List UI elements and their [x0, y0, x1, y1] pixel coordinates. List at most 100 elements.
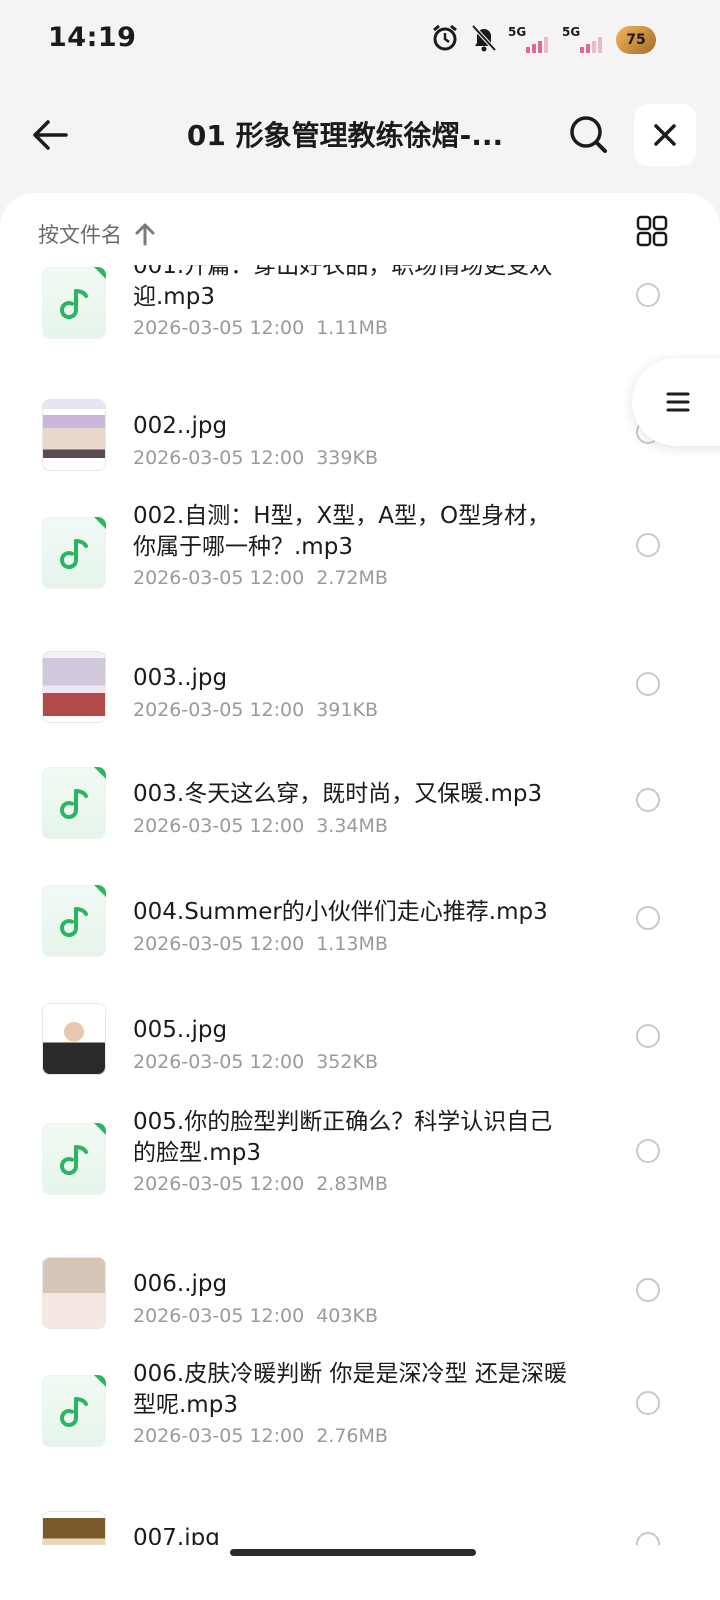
select-checkbox[interactable] [636, 1532, 660, 1545]
image-thumbnail [42, 1511, 106, 1545]
select-checkbox[interactable] [636, 1278, 660, 1302]
file-name: 002..jpg [133, 413, 228, 439]
file-meta: 2026-03-05 12:00 352KB [133, 1051, 378, 1073]
image-thumbnail [42, 399, 106, 471]
file-date: 2026-03-05 12:00 [133, 567, 305, 589]
file-date: 2026-03-05 12:00 [133, 1305, 305, 1327]
file-date: 2026-03-05 12:00 [133, 317, 305, 339]
file-row[interactable]: 006..jpg 2026-03-05 12:00 403KB [0, 1253, 720, 1371]
file-name: 001.开篇：穿出好衣品，职场情场更受欢迎.mp3 [133, 265, 553, 310]
file-name: 004.Summer的小伙伴们走心推荐.mp3 [133, 899, 548, 925]
audio-file-icon [42, 885, 106, 957]
search-icon [570, 116, 607, 153]
signal-sim2: 5G [562, 23, 606, 57]
network-type-label: 5G [508, 25, 527, 39]
file-date: 2026-03-05 12:00 [133, 447, 305, 469]
file-date: 2026-03-05 12:00 [133, 1173, 305, 1195]
file-meta: 2026-03-05 12:00 339KB [133, 447, 378, 469]
bell-off-icon [470, 23, 498, 57]
select-checkbox[interactable] [636, 672, 660, 696]
file-date: 2026-03-05 12:00 [133, 1425, 305, 1447]
file-date: 2026-03-05 12:00 [133, 815, 305, 837]
signal-bars-icon [526, 37, 548, 53]
grid-view-icon [636, 215, 668, 247]
page-title: 01 形象管理教练徐熠-... [186, 119, 504, 152]
file-size: 2.72MB [316, 567, 388, 589]
image-thumbnail [42, 1003, 106, 1075]
file-meta: 2026-03-05 12:00 391KB [133, 699, 378, 721]
select-checkbox[interactable] [636, 1139, 660, 1163]
status-bar: 14:19 5G 5G 75 [0, 0, 720, 80]
file-row[interactable]: 003.冬天这么穿，既时尚，又保暖.mp3 2026-03-05 12:00 3.3… [0, 763, 720, 881]
file-date: 2026-03-05 12:00 [133, 933, 305, 955]
alarm-icon [430, 23, 460, 57]
title-bar: 01 形象管理教练徐熠-... [0, 100, 720, 170]
file-name: 007.jpg [133, 1525, 220, 1545]
arrow-up-icon [135, 223, 155, 246]
status-time: 14:19 [48, 22, 137, 53]
image-thumbnail [42, 1257, 106, 1329]
search-button[interactable] [568, 114, 608, 154]
select-checkbox[interactable] [636, 533, 660, 557]
file-size: 1.11MB [316, 317, 388, 339]
file-size: 339KB [316, 447, 378, 469]
select-checkbox[interactable] [636, 906, 660, 930]
file-row[interactable]: 004.Summer的小伙伴们走心推荐.mp3 2026-03-05 12:00 1… [0, 881, 720, 999]
file-list-panel: 按文件名 001.开篇：穿出好衣品，职场情场更受欢迎.mp3 2026-03-05… [0, 193, 720, 1600]
signal-bars-icon [580, 37, 602, 53]
file-meta: 2026-03-05 12:00 403KB [133, 1305, 378, 1327]
battery-indicator: 75 [616, 26, 656, 54]
file-row[interactable]: 007.jpg [0, 1507, 720, 1545]
file-size: 1.13MB [316, 933, 388, 955]
file-size: 2.76MB [316, 1425, 388, 1447]
status-icons: 5G 5G 75 [430, 20, 656, 60]
file-row[interactable]: 005..jpg 2026-03-05 12:00 352KB [0, 999, 720, 1117]
side-menu-button[interactable] [632, 358, 720, 446]
file-meta: 2026-03-05 12:00 2.72MB [133, 567, 388, 589]
back-button[interactable] [30, 115, 70, 155]
home-indicator[interactable] [230, 1549, 476, 1556]
audio-file-icon [42, 517, 106, 589]
file-meta: 2026-03-05 12:00 1.11MB [133, 317, 388, 339]
file-row[interactable]: 003..jpg 2026-03-05 12:00 391KB [0, 647, 720, 765]
close-icon [654, 124, 676, 146]
file-name: 003..jpg [133, 665, 228, 691]
file-name: 006.皮肤冷暖判断 你是是深冷型 还是深暖型呢.mp3 [133, 1361, 567, 1418]
file-meta: 2026-03-05 12:00 3.34MB [133, 815, 388, 837]
sort-label: 按文件名 [38, 223, 122, 247]
file-size: 352KB [316, 1051, 378, 1073]
file-name: 005..jpg [133, 1017, 228, 1043]
file-size: 391KB [316, 699, 378, 721]
file-list: 001.开篇：穿出好衣品，职场情场更受欢迎.mp3 2026-03-05 12:0… [0, 265, 720, 1545]
audio-file-icon [42, 1375, 106, 1447]
file-row[interactable]: 002..jpg 2026-03-05 12:00 339KB [0, 395, 720, 513]
arrow-left-icon [33, 120, 68, 150]
audio-file-icon [42, 267, 106, 339]
audio-file-icon [42, 1123, 106, 1195]
menu-icon [666, 392, 690, 412]
select-checkbox[interactable] [636, 283, 660, 307]
close-button[interactable] [634, 104, 696, 166]
view-toggle-button[interactable] [636, 215, 668, 247]
file-name: 003.冬天这么穿，既时尚，又保暖.mp3 [133, 781, 543, 807]
file-row[interactable]: 005.你的脸型判断正确么？科学认识自己的脸型.mp3 2026-03-05 12… [0, 1109, 720, 1235]
file-row[interactable]: 002.自测：H型，X型，A型，O型身材，你属于哪一种？.mp3 2026-03-… [0, 503, 720, 629]
image-thumbnail [42, 651, 106, 723]
file-name: 006..jpg [133, 1271, 228, 1297]
file-date: 2026-03-05 12:00 [133, 1051, 305, 1073]
select-checkbox[interactable] [636, 1024, 660, 1048]
select-checkbox[interactable] [636, 788, 660, 812]
file-date: 2026-03-05 12:00 [133, 699, 305, 721]
file-meta: 2026-03-05 12:00 1.13MB [133, 933, 388, 955]
file-meta: 2026-03-05 12:00 2.76MB [133, 1425, 388, 1447]
file-size: 2.83MB [316, 1173, 388, 1195]
file-name: 002.自测：H型，X型，A型，O型身材，你属于哪一种？.mp3 [133, 503, 551, 560]
audio-file-icon [42, 767, 106, 839]
file-size: 403KB [316, 1305, 378, 1327]
file-name: 005.你的脸型判断正确么？科学认识自己的脸型.mp3 [133, 1109, 553, 1166]
file-row[interactable]: 001.开篇：穿出好衣品，职场情场更受欢迎.mp3 2026-03-05 12:0… [0, 265, 720, 379]
select-checkbox[interactable] [636, 1391, 660, 1415]
sort-control[interactable]: 按文件名 [38, 219, 156, 249]
file-row[interactable]: 006.皮肤冷暖判断 你是是深冷型 还是深暖型呢.mp3 2026-03-05 1… [0, 1361, 720, 1487]
file-meta: 2026-03-05 12:00 2.83MB [133, 1173, 388, 1195]
